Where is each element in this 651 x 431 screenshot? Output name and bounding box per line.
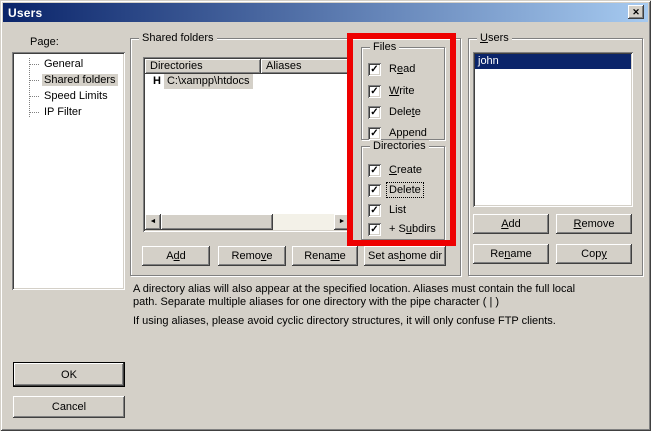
user-list-item-john[interactable]: john (475, 54, 631, 69)
checkbox-append[interactable]: ✓ Append (368, 126, 429, 140)
alias-note: A directory alias will also appear at th… (133, 283, 575, 309)
checkbox-checked-icon[interactable]: ✓ (368, 223, 381, 236)
close-icon: ✕ (632, 7, 640, 17)
scroll-right-button[interactable]: ► (334, 214, 350, 230)
copy-user-button[interactable]: Copy (556, 244, 632, 264)
tree-item-general[interactable]: General (12, 56, 125, 72)
horizontal-scrollbar[interactable]: ◄ ► (145, 214, 350, 230)
tree-item-speed-limits[interactable]: Speed Limits (12, 88, 125, 104)
shared-folders-group-label: Shared folders (139, 32, 217, 45)
directory-path: C:\xampp\htdocs (164, 74, 253, 89)
ok-button[interactable]: OK (13, 362, 125, 387)
checkbox-checked-icon[interactable]: ✓ (368, 127, 381, 140)
column-header-directories[interactable]: Directories (145, 59, 261, 74)
checkbox-checked-icon[interactable]: ✓ (368, 204, 381, 217)
checkbox-checked-icon[interactable]: ✓ (368, 164, 381, 177)
set-as-home-dir-button[interactable]: Set as home dir (364, 246, 446, 266)
checkbox-delete-file[interactable]: ✓ Delete (368, 105, 423, 119)
checkbox-write[interactable]: ✓ Write (368, 84, 416, 98)
home-flag: H (145, 74, 164, 89)
checkbox-delete-dir[interactable]: ✓ Delete (368, 183, 423, 197)
directory-row[interactable]: H C:\xampp\htdocs (145, 74, 253, 89)
scrollbar-thumb[interactable] (161, 214, 273, 230)
tree-item-shared-folders[interactable]: Shared folders (12, 72, 125, 88)
remove-user-button[interactable]: Remove (556, 214, 632, 234)
add-user-button[interactable]: Add (473, 214, 549, 234)
page-label: Page: (30, 36, 59, 48)
cyclic-note: If using aliases, please avoid cyclic di… (133, 315, 556, 328)
checkbox-checked-icon[interactable]: ✓ (368, 85, 381, 98)
users-group-label: Users (477, 32, 512, 45)
checkbox-checked-icon[interactable]: ✓ (368, 184, 381, 197)
arrow-left-icon: ◄ (150, 218, 157, 225)
users-listbox[interactable]: john (473, 52, 633, 207)
users-dialog: Users ✕ Page: General Shared folders Spe… (0, 0, 651, 431)
alias-note-line-2: path. Separate multiple aliases for one … (133, 296, 575, 309)
checkbox-checked-icon[interactable]: ✓ (368, 106, 381, 119)
listview-header: Directories Aliases (145, 59, 350, 74)
files-group-label: Files (370, 41, 399, 54)
column-header-aliases[interactable]: Aliases (261, 59, 350, 74)
checkbox-subdirs[interactable]: ✓ + Subdirs (368, 222, 438, 236)
directories-group-label: Directories (370, 140, 429, 153)
alias-note-line-1: A directory alias will also appear at th… (133, 283, 575, 296)
rename-directory-button[interactable]: Rename (292, 246, 358, 266)
title-bar[interactable]: Users ✕ (3, 3, 648, 22)
checkbox-list[interactable]: ✓ List (368, 203, 408, 217)
page-tree: General Shared folders Speed Limits IP F… (12, 52, 125, 290)
checkbox-create[interactable]: ✓ Create (368, 163, 424, 177)
remove-directory-button[interactable]: Remove (218, 246, 286, 266)
cancel-button[interactable]: Cancel (13, 396, 125, 418)
close-button[interactable]: ✕ (628, 5, 644, 19)
window-title: Users (8, 6, 42, 20)
rename-user-button[interactable]: Rename (473, 244, 549, 264)
scroll-left-button[interactable]: ◄ (145, 214, 161, 230)
cyclic-note-line-1: If using aliases, please avoid cyclic di… (133, 315, 556, 328)
tree-item-ip-filter[interactable]: IP Filter (12, 104, 125, 120)
checkbox-checked-icon[interactable]: ✓ (368, 63, 381, 76)
add-directory-button[interactable]: Add (142, 246, 210, 266)
directories-listview: Directories Aliases H C:\xampp\htdocs ◄ … (143, 57, 352, 232)
checkbox-read[interactable]: ✓ Read (368, 62, 417, 76)
arrow-right-icon: ► (339, 218, 346, 225)
